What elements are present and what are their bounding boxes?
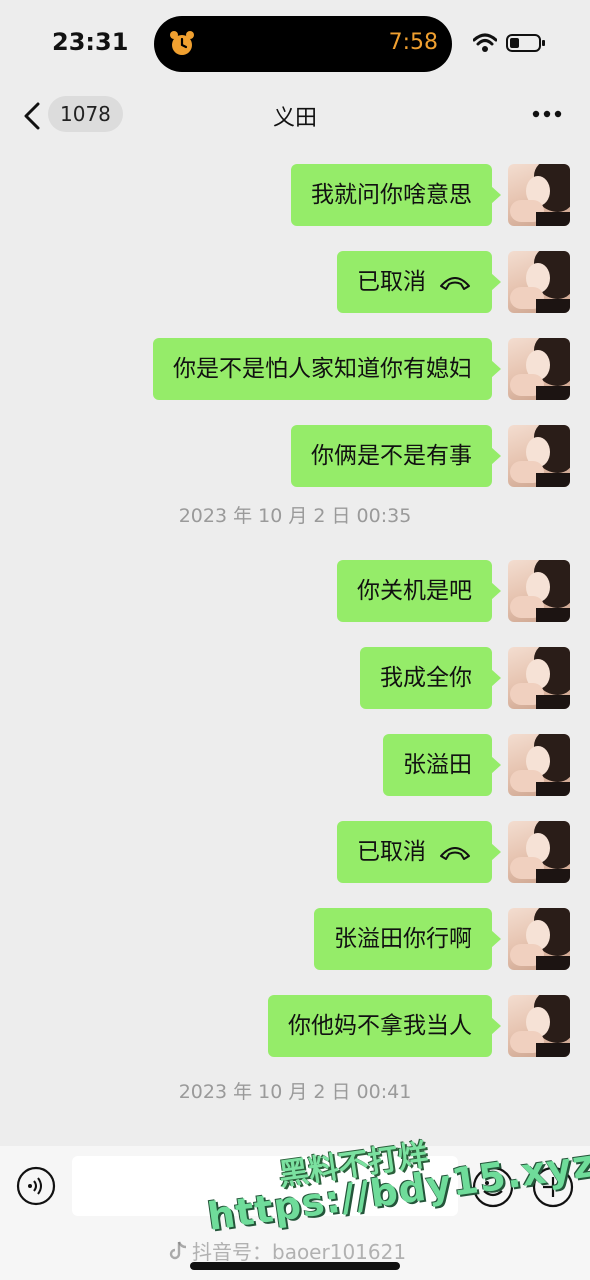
message-row: 已取消	[0, 251, 590, 338]
message-row: 张溢田	[0, 734, 590, 821]
message-bubble[interactable]: 你他妈不拿我当人	[268, 995, 501, 1057]
message-text: 已取消	[357, 839, 426, 865]
message-row: 你关机是吧	[0, 560, 590, 647]
avatar[interactable]	[508, 821, 570, 883]
message-text: 已取消	[357, 269, 426, 295]
avatar[interactable]	[508, 251, 570, 313]
avatar[interactable]	[508, 995, 570, 1057]
timestamp: 2023 年 10 月 2 日 00:35	[178, 505, 412, 527]
battery-icon	[506, 34, 545, 52]
phone-hangup-icon	[440, 277, 470, 290]
message-bubble[interactable]: 你关机是吧	[337, 560, 501, 622]
message-row: 我就问你啥意思	[0, 164, 590, 251]
message-row: 张溢田你行啊	[0, 908, 590, 995]
call-cancelled-bubble[interactable]: 已取消	[337, 251, 501, 313]
message-text: 张溢田	[403, 752, 472, 778]
nav-bar: 1078 义田	[0, 90, 590, 144]
avatar[interactable]	[508, 647, 570, 709]
message-text: 我成全你	[380, 665, 472, 691]
avatar[interactable]	[508, 908, 570, 970]
message-bubble[interactable]: 张溢田你行啊	[314, 908, 501, 970]
island-timer: 7:58	[388, 30, 438, 55]
voice-icon[interactable]	[16, 1166, 56, 1206]
wifi-icon	[473, 33, 497, 52]
watermark-tiktok-text: 抖音号：baoer101621	[192, 1240, 407, 1264]
message-row: 已取消	[0, 821, 590, 908]
avatar[interactable]	[508, 560, 570, 622]
call-cancelled-bubble[interactable]: 已取消	[337, 821, 501, 883]
message-text: 张溢田你行啊	[334, 926, 472, 952]
message-bubble[interactable]: 我成全你	[360, 647, 501, 709]
avatar[interactable]	[508, 164, 570, 226]
status-bar: 23:31 7:58	[0, 0, 590, 90]
message-row: 我成全你	[0, 647, 590, 734]
message-row: 你俩是不是有事	[0, 425, 590, 512]
message-text: 我就问你啥意思	[311, 182, 472, 208]
chat-screen: 23:31 7:58 1078 义田 我就问你啥意思 已取消 你是不是怕人家知道…	[0, 0, 590, 1280]
avatar[interactable]	[508, 425, 570, 487]
message-text: 你是不是怕人家知道你有媳妇	[173, 356, 472, 382]
message-bubble[interactable]: 我就问你啥意思	[291, 164, 501, 226]
message-text: 你他妈不拿我当人	[288, 1013, 472, 1039]
message-row: 你他妈不拿我当人	[0, 995, 590, 1082]
message-bubble[interactable]: 你俩是不是有事	[291, 425, 501, 487]
message-text: 你关机是吧	[357, 578, 472, 604]
more-icon[interactable]	[532, 110, 562, 118]
avatar[interactable]	[508, 338, 570, 400]
message-bubble[interactable]: 你是不是怕人家知道你有媳妇	[153, 338, 501, 400]
phone-hangup-icon	[440, 847, 470, 860]
alarm-icon	[170, 31, 194, 55]
watermark-tiktok: 抖音号：baoer101621	[168, 1236, 406, 1265]
timestamp: 2023 年 10 月 2 日 00:41	[178, 1081, 412, 1103]
message-text: 你俩是不是有事	[311, 443, 472, 469]
tiktok-icon	[169, 1241, 187, 1259]
message-bubble[interactable]: 张溢田	[383, 734, 501, 796]
chat-title: 义田	[272, 106, 317, 131]
status-time: 23:31	[52, 28, 129, 56]
message-row: 你是不是怕人家知道你有媳妇	[0, 338, 590, 425]
message-list: 我就问你啥意思 已取消 你是不是怕人家知道你有媳妇 你俩是不是有事 2023 年 10…	[0, 164, 590, 1112]
dynamic-island[interactable]: 7:58	[154, 16, 452, 72]
avatar[interactable]	[508, 734, 570, 796]
